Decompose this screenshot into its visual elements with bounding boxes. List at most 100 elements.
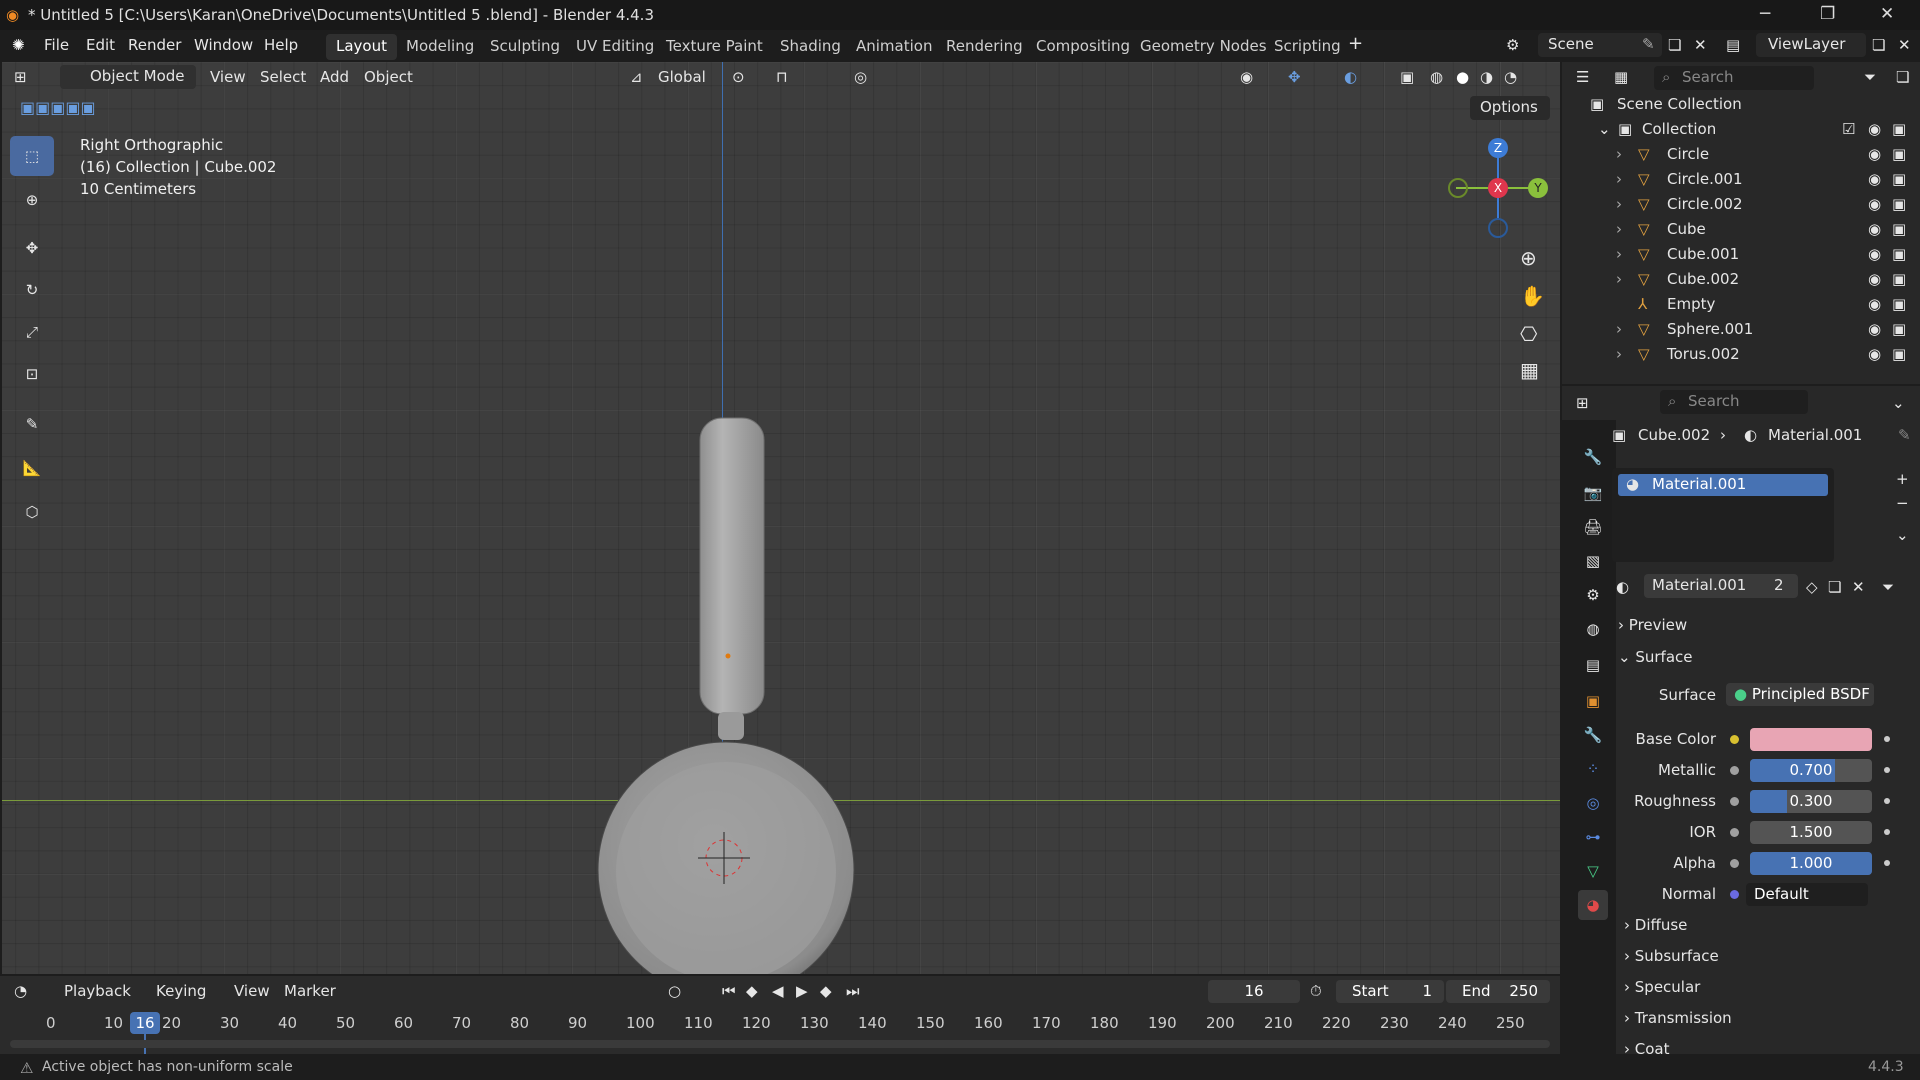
eye-icon[interactable]: ◉ [1868, 345, 1881, 363]
unlink-material-icon[interactable]: ✕ [1852, 578, 1865, 596]
outliner-item[interactable]: ⅄ Empty ◉ ▣ [1562, 292, 1920, 317]
expand-icon[interactable]: › [1616, 245, 1622, 263]
scene-icon[interactable]: ⚙ [1506, 36, 1519, 54]
subsection-header[interactable]: › Diffuse [1624, 916, 1687, 934]
next-keyframe-icon[interactable]: ◆ [820, 982, 832, 1000]
field-value[interactable]: 1.000 [1750, 852, 1872, 875]
subsection-header[interactable]: › Specular [1624, 978, 1700, 996]
view-layer-selector[interactable]: ViewLayer [1756, 33, 1866, 57]
overlay-toggle-icon[interactable]: ◐ [1344, 68, 1357, 86]
tab-modeling[interactable]: Modeling [396, 34, 484, 60]
tab-uv-editing[interactable]: UV Editing [566, 34, 664, 60]
camera-icon[interactable]: ▣ [1892, 145, 1906, 163]
expand-icon[interactable]: › [1616, 320, 1622, 338]
eye-icon[interactable]: ◉ [1868, 245, 1881, 263]
end-frame-field[interactable]: End 250 [1446, 980, 1550, 1003]
jump-end-icon[interactable]: ⏭ [846, 982, 860, 1000]
eye-icon[interactable]: ◉ [1868, 320, 1881, 338]
surface-shader-field[interactable]: ● Principled BSDF [1726, 683, 1874, 706]
tab-sculpting[interactable]: Sculpting [480, 34, 570, 60]
camera-icon[interactable]: ▣ [1892, 120, 1906, 138]
menu-playback[interactable]: Playback [64, 982, 131, 1000]
tab-scripting[interactable]: Scripting [1264, 34, 1351, 60]
close-icon[interactable]: ✕ [1880, 4, 1894, 24]
menu-add[interactable]: Add [320, 68, 349, 86]
expand-icon[interactable]: › [1616, 345, 1622, 363]
field-value[interactable] [1750, 728, 1872, 751]
expand-icon[interactable]: › [1616, 145, 1622, 163]
xray-icon[interactable]: ▣ [1400, 68, 1414, 86]
tab-shading[interactable]: Shading [770, 34, 851, 60]
proportional-edit-icon[interactable]: ◎ [854, 68, 867, 86]
eye-icon[interactable]: ◉ [1868, 195, 1881, 213]
eye-icon[interactable]: ◉ [1868, 295, 1881, 313]
exclude-checkbox[interactable]: ☑ [1842, 120, 1855, 138]
duplicate-material-icon[interactable]: ❏ [1828, 578, 1841, 596]
material-shading-icon[interactable]: ◑ [1480, 68, 1493, 86]
tab-animation[interactable]: Animation [846, 34, 942, 60]
new-collection-icon[interactable]: ❏ [1896, 68, 1909, 86]
tab-compositing[interactable]: Compositing [1026, 34, 1140, 60]
material-name-field[interactable]: Material.001 2 [1644, 574, 1798, 598]
measure-tool-icon[interactable]: 📐 [10, 448, 54, 488]
remove-slot-icon[interactable]: − [1896, 494, 1909, 512]
pivot-icon[interactable]: ⊙ [732, 68, 745, 86]
field-value[interactable]: 1.500 [1750, 821, 1872, 844]
add-workspace-icon[interactable]: + [1348, 33, 1363, 54]
outliner-item[interactable]: › ▽ Cube.002 ◉ ▣ [1562, 267, 1920, 292]
keyframe-dot[interactable] [1884, 736, 1890, 742]
keyframe-dot[interactable] [1884, 860, 1890, 866]
maximize-icon[interactable]: ❐ [1820, 4, 1835, 24]
current-frame-field[interactable]: 16 [1208, 980, 1300, 1003]
blender-menu-icon[interactable]: ✺ [12, 36, 25, 54]
eye-icon[interactable]: ◉ [1868, 145, 1881, 163]
material-slot-item[interactable]: ◕ Material.001 [1618, 474, 1828, 496]
preview-range-icon[interactable]: ⏱ [1310, 982, 1322, 1000]
scale-tool-icon[interactable]: ⤢ [10, 312, 54, 352]
solid-shading-icon[interactable]: ● [1456, 68, 1469, 86]
view-layer-tab-icon[interactable]: ▧ [1578, 546, 1608, 576]
zoom-icon[interactable]: ⊕ [1520, 246, 1537, 270]
select-box-tool-icon[interactable]: ⬚ [10, 136, 54, 176]
menu-object[interactable]: Object [364, 68, 413, 86]
outliner-item[interactable]: › ▽ Cube ◉ ▣ [1562, 217, 1920, 242]
tab-texture-paint[interactable]: Texture Paint [656, 34, 773, 60]
options-button[interactable]: Options [1470, 96, 1550, 120]
tab-rendering[interactable]: Rendering [936, 34, 1033, 60]
fake-user-icon[interactable]: ◇ [1806, 578, 1818, 596]
play-reverse-icon[interactable]: ◀ [772, 982, 784, 1000]
perspective-toggle-icon[interactable]: ▦ [1520, 358, 1539, 382]
tab-geometry-nodes[interactable]: Geometry Nodes [1130, 34, 1277, 60]
outliner-item[interactable]: › ▽ Circle.001 ◉ ▣ [1562, 167, 1920, 192]
collection-tab-icon[interactable]: ▤ [1578, 650, 1608, 680]
menu-view[interactable]: View [234, 982, 270, 1000]
pan-hand-icon[interactable]: ✋ [1520, 284, 1545, 308]
options-chevron-icon[interactable]: ⌄ [1892, 394, 1905, 412]
menu-marker[interactable]: Marker [284, 982, 336, 1000]
add-cube-tool-icon[interactable]: ⬡ [10, 492, 54, 532]
pin-icon[interactable]: ✎ [1898, 426, 1911, 444]
output-tab-icon[interactable]: 🖨 [1578, 512, 1608, 542]
expand-icon[interactable]: › [1616, 270, 1622, 288]
slot-specials-icon[interactable]: ⌄ [1896, 526, 1909, 544]
camera-icon[interactable]: ▣ [1892, 170, 1906, 188]
editor-type-icon[interactable]: ⊞ [14, 68, 27, 86]
camera-icon[interactable]: ▣ [1892, 320, 1906, 338]
outliner-item[interactable]: › ▽ Sphere.001 ◉ ▣ [1562, 317, 1920, 342]
outliner-item[interactable]: › ▽ Torus.002 ◉ ▣ [1562, 342, 1920, 367]
keyframe-dot[interactable] [1884, 829, 1890, 835]
annotate-tool-icon[interactable]: ✎ [10, 404, 54, 444]
minimize-icon[interactable]: ─ [1760, 4, 1770, 24]
mode-selector[interactable]: Object Mode [60, 65, 196, 89]
scene-selector[interactable]: Scene ✎ [1538, 33, 1662, 57]
field-value[interactable]: 0.300 [1750, 790, 1872, 813]
cursor-tool-icon[interactable]: ⊕ [10, 180, 54, 220]
camera-icon[interactable]: ▣ [1892, 270, 1906, 288]
menu-keying[interactable]: Keying [156, 982, 206, 1000]
eye-icon[interactable]: ◉ [1868, 120, 1881, 138]
menu-edit[interactable]: Edit [86, 36, 115, 54]
expand-icon[interactable]: ⌄ [1598, 120, 1611, 138]
preview-section-header[interactable]: › Preview [1618, 616, 1687, 634]
gizmo-x-axis[interactable]: X [1488, 178, 1508, 198]
menu-window[interactable]: Window [194, 36, 253, 54]
